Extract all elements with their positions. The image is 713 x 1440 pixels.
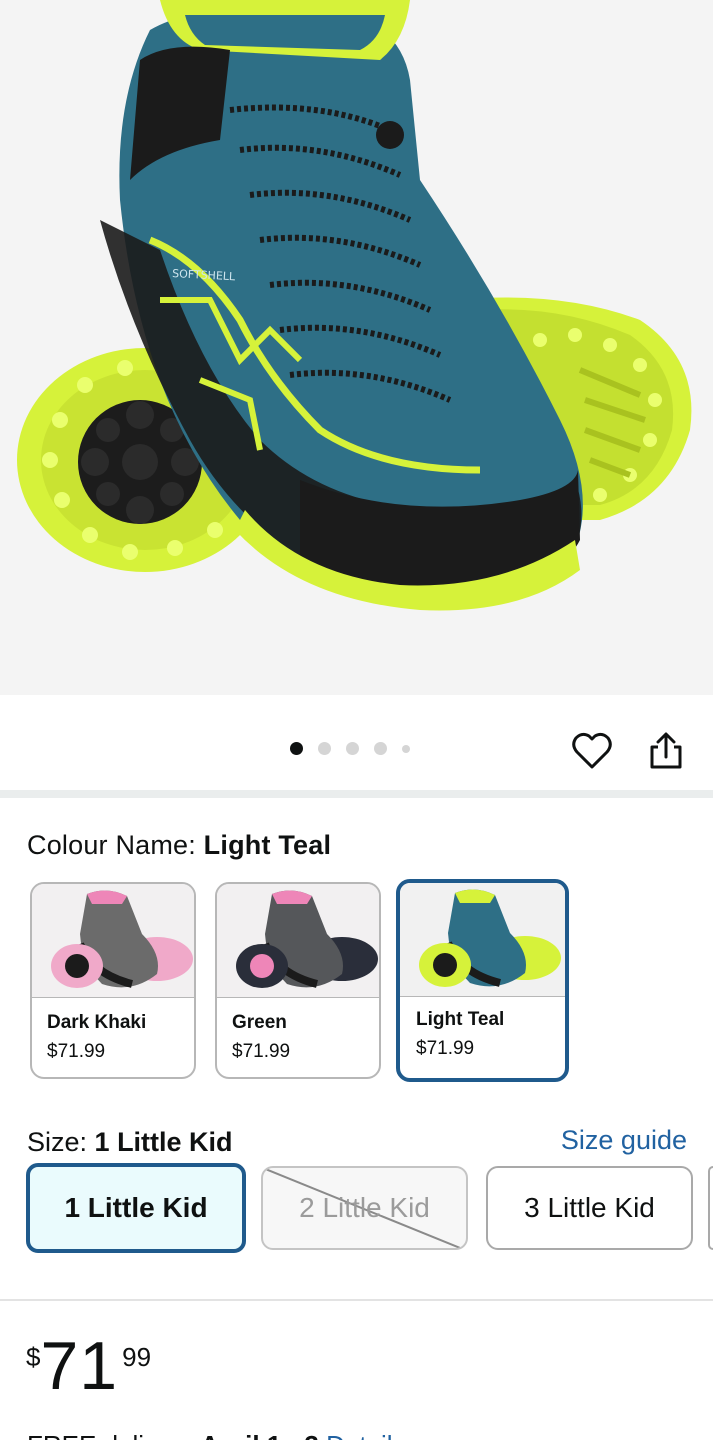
- pager-dot-5[interactable]: [402, 744, 410, 753]
- image-pager-bar: [0, 695, 713, 790]
- product-image[interactable]: SOFTSHELL: [0, 0, 713, 695]
- share-button[interactable]: [644, 729, 688, 773]
- colour-option-price: $71.99: [232, 1041, 291, 1062]
- delivery-details-link[interactable]: Details: [326, 1430, 405, 1440]
- pager-dot-2[interactable]: [318, 742, 331, 755]
- delivery-line: FREE delivery April 1 - 3 Details: [27, 1430, 406, 1440]
- size-option-label: 1 Little Kid: [64, 1192, 208, 1223]
- boot-thumbnail-image: [419, 889, 561, 987]
- size-option-label: 2 Little Kid: [299, 1192, 430, 1223]
- hiking-boot-illustration: SOFTSHELL: [17, 0, 692, 611]
- price-whole: 71: [40, 1328, 119, 1404]
- size-option-3-little-kid[interactable]: 3 Little Kid: [486, 1166, 693, 1250]
- size-label-text: Size:: [27, 1127, 88, 1157]
- boot-thumbnail-image: [236, 890, 378, 988]
- colour-thumbnail: [400, 883, 565, 997]
- colour-selected-value: Light Teal: [203, 830, 332, 860]
- price-currency-symbol: $: [26, 1342, 41, 1372]
- delivery-date: April 1 - 3: [200, 1430, 318, 1440]
- image-pager-dots[interactable]: [290, 742, 410, 755]
- colour-thumbnail: [217, 884, 379, 998]
- size-option-1-little-kid[interactable]: 1 Little Kid: [26, 1163, 246, 1253]
- colour-option-dark-khaki[interactable]: Dark Khaki $71.99: [30, 882, 196, 1079]
- section-divider: [0, 1299, 713, 1301]
- heart-icon: [572, 732, 612, 769]
- price-fraction: 99: [122, 1342, 152, 1372]
- colour-option-name: Green: [232, 1012, 287, 1033]
- size-selected-value: 1 Little Kid: [94, 1127, 233, 1157]
- colour-thumbnail: [32, 884, 194, 998]
- colour-name-heading: Colour Name: Light Teal: [27, 830, 331, 861]
- delivery-prefix: FREE delivery: [27, 1430, 193, 1440]
- size-option-label: 3 Little Kid: [524, 1192, 655, 1223]
- colour-option-price: $71.99: [47, 1041, 106, 1062]
- pager-dot-1[interactable]: [290, 742, 303, 755]
- size-guide-link[interactable]: Size guide: [561, 1125, 687, 1156]
- colour-option-light-teal[interactable]: Light Teal $71.99: [396, 879, 569, 1082]
- section-divider: [0, 790, 713, 798]
- pager-dot-3[interactable]: [346, 742, 359, 755]
- colour-option-price: $71.99: [416, 1038, 475, 1059]
- size-option-2-little-kid[interactable]: 2 Little Kid: [261, 1166, 468, 1250]
- size-heading: Size: 1 Little Kid: [27, 1127, 233, 1158]
- pager-dot-4[interactable]: [374, 742, 387, 755]
- colour-option-name: Dark Khaki: [47, 1012, 147, 1033]
- size-option-overflow[interactable]: [708, 1166, 713, 1250]
- colour-option-green[interactable]: Green $71.99: [215, 882, 381, 1079]
- price-display: $ 71 99: [26, 1330, 151, 1402]
- colour-option-name: Light Teal: [416, 1009, 505, 1030]
- wishlist-button[interactable]: [570, 729, 614, 773]
- boot-thumbnail-image: [51, 890, 193, 988]
- colour-label-text: Colour Name:: [27, 830, 196, 860]
- share-icon: [650, 732, 682, 769]
